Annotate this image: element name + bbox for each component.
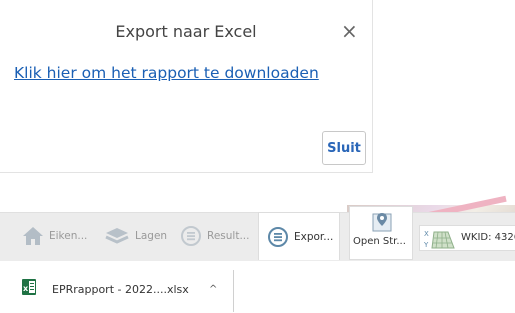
- download-item[interactable]: x EPRrapport - 2022....xlsx: [22, 279, 189, 299]
- wkid-label: WKID: 4326: [461, 232, 515, 243]
- list-icon: [267, 226, 289, 248]
- excel-file-icon: x: [22, 279, 36, 299]
- svg-text:x: x: [23, 284, 29, 293]
- home-icon: [22, 226, 44, 246]
- coordinate-widget[interactable]: X Y WKID: 4326: [419, 225, 515, 251]
- list-icon: [180, 225, 202, 247]
- tab-label: Expor...: [294, 230, 334, 243]
- tab-label: Result...: [207, 230, 250, 242]
- layers-icon: [104, 226, 130, 246]
- open-street-label: Open Str...: [353, 236, 406, 247]
- tab-export[interactable]: Expor...: [258, 212, 340, 260]
- download-file-name: EPRrapport - 2022....xlsx: [52, 282, 189, 296]
- coordinate-grid-icon: X Y: [423, 228, 456, 254]
- tab-result[interactable]: Result...: [180, 212, 249, 260]
- close-icon[interactable]: ×: [341, 19, 358, 43]
- tab-label: Lagen: [135, 230, 168, 242]
- tab-lagen[interactable]: Lagen: [104, 212, 167, 260]
- download-report-link[interactable]: Klik hier om het rapport te downloaden: [14, 64, 319, 82]
- tab-eiken[interactable]: Eiken...: [22, 212, 87, 260]
- tab-label: Eiken...: [49, 230, 88, 242]
- export-dialog: Export naar Excel × Klik hier om het rap…: [0, 0, 373, 173]
- close-button[interactable]: Sluit: [322, 131, 366, 165]
- dialog-title: Export naar Excel: [115, 22, 257, 41]
- divider: [233, 270, 234, 312]
- map-pin-icon: [372, 211, 392, 237]
- chevron-up-icon[interactable]: ^: [209, 284, 217, 295]
- svg-text:X: X: [424, 230, 429, 238]
- open-street-widget[interactable]: Open Str...: [349, 206, 413, 260]
- svg-text:Y: Y: [424, 241, 429, 249]
